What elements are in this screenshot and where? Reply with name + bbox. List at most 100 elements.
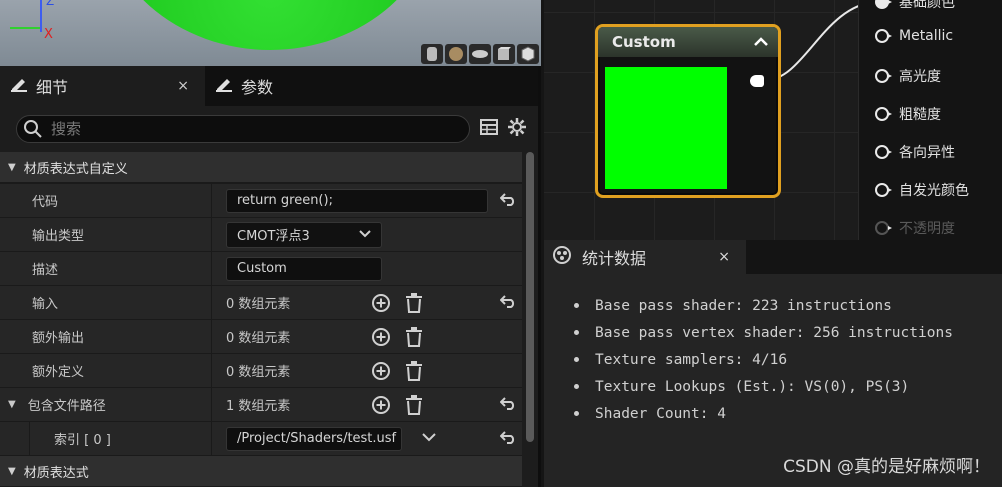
pin-icon (875, 145, 892, 159)
category-custom-expression[interactable]: ▼ 材质表达式自定义 (0, 152, 522, 184)
trash-icon[interactable] (403, 326, 425, 348)
pin-icon (875, 107, 892, 121)
node-title: Custom (612, 33, 676, 51)
output-type-dropdown[interactable]: CMOT浮点3 (226, 221, 382, 248)
pencil-icon (215, 76, 233, 96)
include-paths-toggle[interactable]: ▼ 包含文件路径 (0, 388, 212, 421)
stats-list: Base pass shader: 223 instructions Base … (544, 274, 1002, 427)
pin-roughness[interactable]: 粗糙度 (875, 104, 941, 124)
custom-node[interactable]: Custom (595, 24, 781, 198)
pin-label: Metallic (899, 28, 954, 44)
prop-name: 包含文件路径 (27, 399, 106, 414)
details-panel: 细节 × 参数 ▼ 材质表达式自定义 代码 (0, 66, 541, 487)
collapse-chevron-icon[interactable] (754, 33, 768, 51)
reset-to-default-icon[interactable] (499, 294, 516, 312)
pin-emissive[interactable]: 自发光颜色 (875, 180, 969, 200)
list-item: Shader Count: 4 (574, 400, 1002, 427)
tab-stats[interactable]: 统计数据 × (544, 240, 746, 274)
pin-label: 基础颜色 (899, 0, 955, 11)
search-row (0, 106, 538, 152)
add-element-icon[interactable] (370, 394, 392, 416)
search-input[interactable] (51, 120, 451, 138)
z-axis-label: Z (46, 0, 55, 8)
prop-name: 额外输出 (0, 320, 212, 353)
pin-label: 不透明度 (899, 221, 955, 237)
close-icon[interactable]: × (718, 249, 730, 265)
cube-icon[interactable] (493, 44, 515, 64)
pin-icon (875, 69, 892, 83)
expand-arrow-icon: ▼ (8, 399, 16, 410)
trash-icon[interactable] (403, 360, 425, 382)
table-view-icon[interactable] (480, 118, 498, 140)
pin-label: 粗糙度 (899, 107, 941, 123)
pin-icon (875, 221, 892, 235)
prop-name: 代码 (0, 184, 212, 217)
custom-mesh-icon[interactable] (517, 44, 539, 64)
search-icon (23, 119, 43, 139)
description-input[interactable]: Custom (226, 256, 382, 281)
pin-icon (875, 183, 892, 197)
material-preview-viewport[interactable]: Z X (0, 0, 541, 66)
output-pin[interactable] (750, 75, 764, 87)
reset-to-default-icon[interactable] (499, 430, 516, 448)
preview-sphere (100, 0, 440, 50)
pin-anisotropy[interactable]: 各向异性 (875, 142, 955, 162)
code-input[interactable]: return green(); (226, 188, 488, 213)
tab-parameters[interactable]: 参数 (205, 66, 410, 106)
plane-icon[interactable] (469, 44, 491, 64)
pin-label: 高光度 (899, 69, 941, 85)
tab-details[interactable]: 细节 × (0, 66, 205, 106)
stats-panel: 统计数据 × Base pass shader: 223 instruction… (544, 240, 1002, 487)
category-label: 材质表达式 (23, 465, 89, 481)
trash-icon[interactable] (403, 292, 425, 314)
y-axis-line (10, 27, 40, 29)
node-preview-swatch (605, 67, 727, 189)
prop-row-index-0: 索引 [ 0 ] /Project/Shaders/test.usf (0, 422, 522, 456)
pin-opacity[interactable]: 不透明度 (875, 218, 955, 238)
details-tab-bar: 细节 × 参数 (0, 66, 538, 106)
list-item: Texture Lookups (Est.): VS(0), PS(3) (574, 373, 1002, 400)
reset-to-default-icon[interactable] (499, 396, 516, 414)
pin-base-color[interactable]: 基础颜色 (875, 0, 955, 12)
sphere-icon[interactable] (445, 44, 467, 64)
add-element-icon[interactable] (370, 292, 392, 314)
prop-name: 额外定义 (0, 354, 212, 387)
property-list: ▼ 材质表达式自定义 代码 return green(); 输出类型 CMOT浮… (0, 152, 522, 487)
prop-name: 描述 (0, 252, 212, 285)
details-scrollbar[interactable] (526, 152, 534, 442)
pin-icon (875, 0, 892, 9)
pin-metallic[interactable]: Metallic (875, 28, 953, 44)
array-count: 0 数组元素 (226, 331, 291, 346)
reset-to-default-icon[interactable] (499, 192, 516, 210)
prop-row-description: 描述 Custom (0, 252, 522, 286)
tab-details-label: 细节 (36, 78, 69, 97)
cylinder-icon[interactable] (421, 44, 443, 64)
x-axis-label: X (44, 27, 53, 42)
expand-arrow-icon: ▼ (8, 465, 16, 477)
close-icon[interactable]: × (177, 78, 189, 94)
preview-shape-toolbar (421, 44, 539, 64)
array-count: 1 数组元素 (226, 399, 291, 414)
prop-name: 输出类型 (0, 218, 212, 251)
pin-label: 各向异性 (899, 145, 955, 161)
material-graph[interactable]: Custom 基础颜色 Metallic 高光度 粗糙度 各向异性 自发光颜色 … (544, 0, 1002, 240)
prop-row-code: 代码 return green(); (0, 184, 522, 218)
stats-icon (552, 245, 572, 269)
settings-gear-icon[interactable] (508, 117, 526, 141)
prop-row-output-type: 输出类型 CMOT浮点3 (0, 218, 522, 252)
add-element-icon[interactable] (370, 360, 392, 382)
node-header[interactable]: Custom (598, 27, 778, 57)
expand-arrow-icon: ▼ (8, 161, 16, 173)
search-box[interactable] (16, 115, 470, 143)
include-path-input[interactable]: /Project/Shaders/test.usf (226, 426, 402, 451)
prop-name: 索引 [ 0 ] (54, 433, 111, 448)
chevron-down-icon[interactable] (422, 431, 436, 446)
pin-specular[interactable]: 高光度 (875, 66, 941, 86)
list-item: Texture samplers: 4/16 (574, 346, 1002, 373)
category-material-expression[interactable]: ▼ 材质表达式 (0, 456, 522, 487)
trash-icon[interactable] (403, 394, 425, 416)
add-element-icon[interactable] (370, 326, 392, 348)
material-result-node: 基础颜色 Metallic 高光度 粗糙度 各向异性 自发光颜色 不透明度 (858, 0, 1002, 240)
z-axis-line (40, 0, 42, 32)
pin-label: 自发光颜色 (899, 183, 969, 199)
